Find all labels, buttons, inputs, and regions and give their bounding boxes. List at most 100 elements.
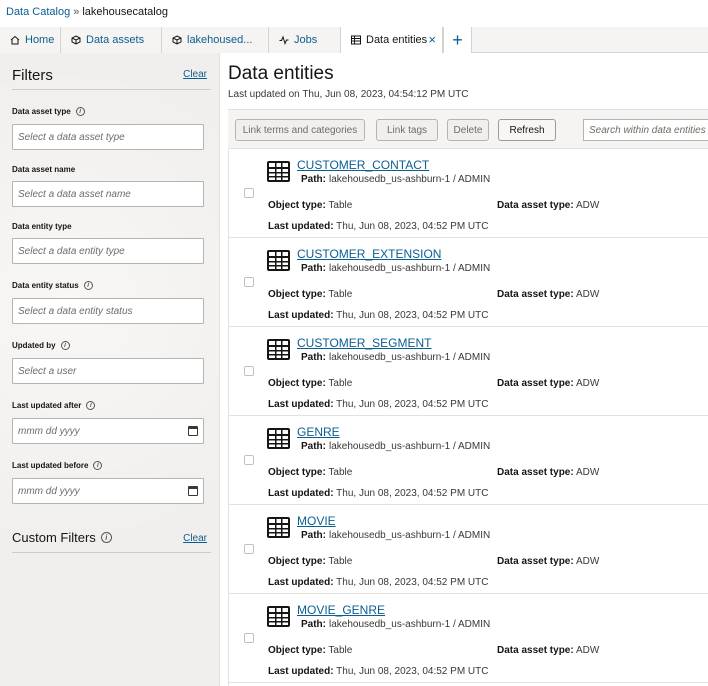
path-label: Path: (301, 174, 326, 185)
filters-clear-link[interactable]: Clear (183, 69, 207, 80)
list-item: CUSTOMER_CONTACT Path: lakehousedb_us-ash… (229, 150, 708, 238)
data-entity-status-select[interactable]: Select a data entity status (12, 298, 204, 324)
path-value: lakehousedb_us-ashburn-1 / ADMIN (329, 441, 491, 452)
last-updated-value: Thu, Jun 08, 2023, 04:52 PM UTC (336, 221, 489, 232)
search-input[interactable]: Search within data entities (583, 119, 708, 141)
row-checkbox[interactable] (244, 277, 254, 287)
filter-label-text: Data asset name (12, 165, 76, 174)
object-type-value: Table (328, 378, 353, 389)
entity-path: Path: lakehousedb_us-ashburn-1 / ADMIN (301, 441, 490, 452)
last-updated-before-date-input[interactable]: mmm dd yyyy (12, 478, 204, 504)
breadcrumb-data-catalog-link[interactable]: Data Catalog (6, 6, 70, 18)
data-asset-type-value: ADW (575, 200, 600, 211)
object-type: Object type: Table (268, 467, 352, 478)
path-value: lakehousedb_us-ashburn-1 / ADMIN (329, 619, 491, 630)
tab-data-assets[interactable]: Data assets (61, 27, 162, 53)
divider (12, 552, 211, 553)
info-icon[interactable]: i (60, 341, 70, 350)
path-value: lakehousedb_us-ashburn-1 / ADMIN (329, 174, 491, 185)
data-asset-type-label: Data asset type: (497, 289, 574, 300)
row-checkbox[interactable] (244, 188, 254, 198)
close-icon[interactable]: × (428, 33, 436, 46)
last-updated-after-label: Last updated after i (12, 401, 96, 410)
row-checkbox[interactable] (244, 633, 254, 643)
filter-label-text: Last updated before (12, 461, 89, 470)
entity-name-link[interactable]: CUSTOMER_SEGMENT (297, 336, 431, 350)
row-checkbox[interactable] (244, 366, 254, 376)
tab-home[interactable]: Home (0, 27, 61, 53)
date-placeholder: mmm dd yyyy (18, 425, 80, 437)
refresh-button[interactable]: Refresh (498, 119, 556, 141)
tab-lakehouse-asset[interactable]: lakehoused... (162, 27, 269, 53)
data-asset-type-label: Data asset type: (497, 467, 574, 478)
calendar-icon[interactable] (188, 486, 198, 496)
object-type-label: Object type: (268, 200, 326, 211)
info-icon[interactable]: i (100, 532, 112, 543)
entity-name-link[interactable]: CUSTOMER_EXTENSION (297, 247, 441, 261)
list-item: CUSTOMER_EXTENSION Path: lakehousedb_us-a… (229, 239, 708, 327)
data-asset-type: Data asset type: ADW (497, 200, 599, 211)
updated-by-select[interactable]: Select a user (12, 358, 204, 384)
data-asset-type-value: ADW (575, 556, 600, 567)
tab-jobs[interactable]: Jobs (269, 27, 341, 53)
data-asset-type-value: ADW (575, 378, 600, 389)
data-asset-name-label: Data asset name (12, 165, 75, 174)
add-tab-button[interactable]: + (443, 27, 472, 53)
last-updated-value: Thu, Jun 08, 2023, 04:52 PM UTC (336, 577, 489, 588)
info-icon[interactable]: i (93, 461, 103, 470)
object-type-label: Object type: (268, 645, 326, 656)
entity-path: Path: lakehousedb_us-ashburn-1 / ADMIN (301, 352, 490, 363)
last-updated-value: Thu, Jun 08, 2023, 04:52 PM UTC (336, 310, 489, 321)
list-item: CUSTOMER_SEGMENT Path: lakehousedb_us-ash… (229, 328, 708, 416)
data-entity-type-label: Data entity type (12, 222, 72, 231)
last-updated-label: Last updated: (268, 488, 334, 499)
link-tags-button[interactable]: Link tags (376, 119, 438, 141)
entity-path: Path: lakehousedb_us-ashburn-1 / ADMIN (301, 174, 490, 185)
object-type-label: Object type: (268, 556, 326, 567)
filter-label-text: Data entity type (12, 222, 72, 231)
path-label: Path: (301, 530, 326, 541)
filter-label-text: Data asset type (12, 107, 71, 116)
info-icon[interactable]: i (75, 107, 85, 116)
link-terms-button[interactable]: Link terms and categories (235, 119, 365, 141)
info-icon[interactable]: i (83, 281, 93, 290)
entity-name-link[interactable]: GENRE (297, 425, 340, 439)
home-icon (10, 35, 20, 45)
entity-path: Path: lakehousedb_us-ashburn-1 / ADMIN (301, 530, 490, 541)
last-updated-label: Last updated: (268, 666, 334, 677)
custom-filters-heading: Custom Filters i (12, 530, 112, 545)
last-updated-value: Thu, Jun 08, 2023, 04:52 PM UTC (336, 399, 489, 410)
path-label: Path: (301, 263, 326, 274)
info-icon[interactable]: i (86, 401, 96, 410)
entity-name-link[interactable]: CUSTOMER_CONTACT (297, 158, 429, 172)
data-asset-type-select[interactable]: Select a data asset type (12, 124, 204, 150)
tab-label: Data entities (366, 34, 428, 46)
breadcrumb: Data Catalog» lakehousecatalog (6, 6, 168, 18)
last-updated: Last updated: Thu, Jun 08, 2023, 04:52 P… (268, 666, 488, 677)
custom-filters-clear-link[interactable]: Clear (183, 533, 207, 544)
row-checkbox[interactable] (244, 544, 254, 554)
entity-name-link[interactable]: MOVIE_GENRE (297, 603, 385, 617)
entity-name-link[interactable]: MOVIE (297, 514, 336, 528)
tab-data-entities[interactable]: Data entities × (341, 27, 443, 54)
data-asset-name-select[interactable]: Select a data asset name (12, 181, 204, 207)
row-checkbox[interactable] (244, 455, 254, 465)
delete-button[interactable]: Delete (447, 119, 489, 141)
data-asset-type-label: Data asset type i (12, 107, 85, 116)
object-type: Object type: Table (268, 556, 352, 567)
data-asset-type: Data asset type: ADW (497, 645, 599, 656)
last-updated: Last updated: Thu, Jun 08, 2023, 04:52 P… (268, 221, 488, 232)
last-updated: Last updated: Thu, Jun 08, 2023, 04:52 P… (268, 310, 488, 321)
entity-list: CUSTOMER_CONTACT Path: lakehousedb_us-ash… (228, 150, 708, 686)
table-icon (267, 339, 290, 360)
table-icon (351, 35, 361, 45)
filter-label-text: Updated by (12, 341, 56, 350)
filters-panel: Filters Clear Data asset type i Select a … (0, 53, 220, 686)
filter-label-text: Last updated after (12, 401, 82, 410)
data-asset-type: Data asset type: ADW (497, 556, 599, 567)
calendar-icon[interactable] (188, 426, 198, 436)
data-entity-type-select[interactable]: Select a data entity type (12, 238, 204, 264)
last-updated: Last updated: Thu, Jun 08, 2023, 04:52 P… (268, 488, 488, 499)
object-type-value: Table (328, 289, 353, 300)
last-updated-after-date-input[interactable]: mmm dd yyyy (12, 418, 204, 444)
